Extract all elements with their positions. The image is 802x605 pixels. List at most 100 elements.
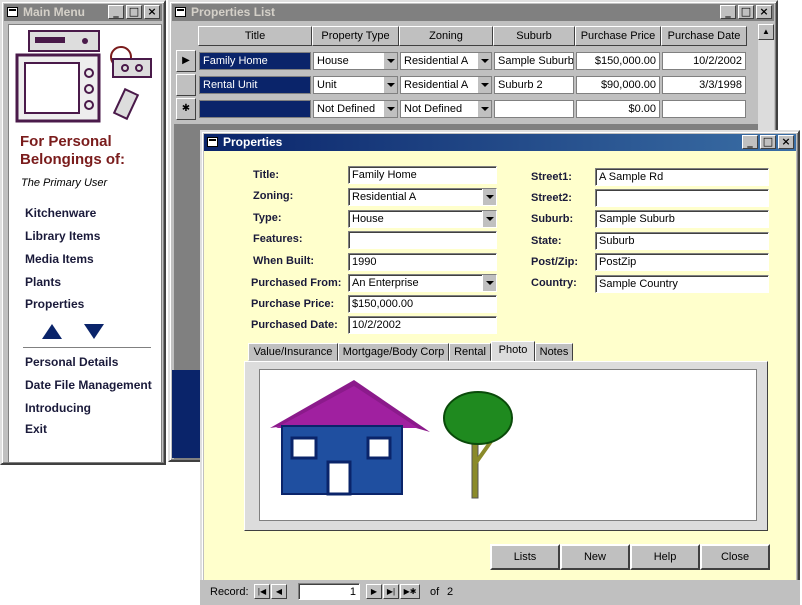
menu-item-plants[interactable]: Plants [25,275,61,289]
dropdown-arrow-icon[interactable] [477,77,491,93]
new-button[interactable]: New [560,544,630,570]
table-cell-suburb[interactable] [494,100,574,118]
table-cell-purchase-price[interactable]: $90,000.00 [576,76,660,94]
last-record-icon[interactable]: ▶| [383,584,399,599]
tab-value-insurance[interactable]: Value/Insurance [248,343,338,361]
dropdown-arrow-icon[interactable] [482,275,496,291]
scroll-up-arrow-icon[interactable] [42,324,62,339]
column-header-suburb[interactable]: Suburb [493,26,575,46]
country-field[interactable]: Sample Country [595,275,769,293]
tab-photo[interactable]: Photo [491,341,535,362]
maximize-button[interactable]: □ [760,135,776,149]
menu-item-kitchenware[interactable]: Kitchenware [25,206,96,220]
dropdown-arrow-icon[interactable] [482,211,496,227]
table-cell-title[interactable]: Family Home [199,52,311,70]
post-zip-field[interactable]: PostZip [595,253,769,271]
combo-value: Residential A [352,191,417,203]
zoning-combo[interactable]: Residential A [348,188,497,206]
tab-notes[interactable]: Notes [535,343,573,361]
table-cell-title[interactable]: Rental Unit [199,76,311,94]
column-header-purchase-date[interactable]: Purchase Date [661,26,747,46]
label-street1: Street1: [531,171,572,183]
properties-list-titlebar[interactable]: Properties List _ □ × [172,4,774,21]
street2-field[interactable] [595,189,769,207]
column-header-purchase-price[interactable]: Purchase Price [575,26,661,46]
dropdown-arrow-icon[interactable] [477,53,491,69]
first-record-icon[interactable]: |◀ [254,584,270,599]
new-record-row-selector[interactable]: ✱ [176,98,196,120]
when-built-field[interactable]: 1990 [348,253,497,271]
table-cell-zoning[interactable]: Not Defined [400,100,492,118]
table-cell-property-type[interactable]: House [313,52,398,70]
combo-value: Unit [317,79,337,91]
table-cell-suburb[interactable]: Suburb 2 [494,76,574,94]
dropdown-arrow-icon[interactable] [477,101,491,117]
combo-value: Not Defined [404,103,463,115]
tab-mortgage-body-corp[interactable]: Mortgage/Body Corp [338,343,449,361]
table-cell-zoning[interactable]: Residential A [400,76,492,94]
current-row-selector[interactable]: ▶ [176,50,196,72]
table-cell-purchase-date[interactable]: 3/3/1998 [662,76,746,94]
maximize-button[interactable]: □ [126,5,142,19]
properties-list-title: Properties List [191,5,276,19]
electronics-logo-icon [15,30,152,123]
help-button[interactable]: Help [630,544,700,570]
purchased-date-field[interactable]: 10/2/2002 [348,316,497,334]
street1-field[interactable]: A Sample Rd [595,168,769,186]
next-record-icon[interactable]: ▶ [366,584,382,599]
close-button[interactable]: × [756,5,772,19]
purchase-price-field[interactable]: $150,000.00 [348,295,497,313]
dropdown-arrow-icon[interactable] [482,189,496,205]
suburb-field[interactable]: Sample Suburb [595,210,769,228]
dropdown-arrow-icon[interactable] [383,77,397,93]
column-header-property-type[interactable]: Property Type [312,26,399,46]
menu-item-properties[interactable]: Properties [25,297,84,311]
table-cell-zoning[interactable]: Residential A [400,52,492,70]
menu-item-personal-details[interactable]: Personal Details [25,355,118,369]
house-photo-icon [270,380,430,496]
table-cell-purchase-date[interactable]: 10/2/2002 [662,52,746,70]
main-menu-titlebar[interactable]: Main Menu _ □ × [4,4,162,21]
close-button[interactable]: × [778,135,794,149]
minimize-button[interactable]: _ [742,135,758,149]
dropdown-arrow-icon[interactable] [383,101,397,117]
minimize-button[interactable]: _ [108,5,124,19]
minimize-button[interactable]: _ [720,5,736,19]
properties-form-titlebar[interactable]: Properties _ □ × [204,134,796,151]
scroll-up-icon[interactable]: ▲ [758,24,774,40]
close-form-button[interactable]: Close [700,544,770,570]
menu-item-library-items[interactable]: Library Items [25,229,100,243]
lists-button[interactable]: Lists [490,544,560,570]
tree-photo-icon [443,391,513,499]
type-combo[interactable]: House [348,210,497,228]
maximize-button[interactable]: □ [738,5,754,19]
table-cell-purchase-price[interactable]: $150,000.00 [576,52,660,70]
menu-item-date-file-management[interactable]: Date File Management [25,378,152,392]
menu-item-introducing[interactable]: Introducing [25,401,91,415]
tab-rental[interactable]: Rental [449,343,491,361]
table-cell-suburb[interactable]: Sample Suburb [494,52,574,70]
label-purchased-from: Purchased From: [251,277,342,289]
features-field[interactable] [348,231,497,249]
purchased-from-combo[interactable]: An Enterprise [348,274,497,292]
close-button[interactable]: × [144,5,160,19]
table-cell-property-type[interactable]: Unit [313,76,398,94]
column-header-title[interactable]: Title [198,26,312,46]
column-header-zoning[interactable]: Zoning [399,26,493,46]
row-selector[interactable] [176,74,196,96]
menu-item-media-items[interactable]: Media Items [25,252,94,266]
menu-item-exit[interactable]: Exit [25,422,47,436]
title-field[interactable]: Family Home [348,166,497,184]
table-cell-purchase-price[interactable]: $0.00 [576,100,660,118]
combo-value: Residential A [404,55,469,67]
previous-record-icon[interactable]: ◀ [271,584,287,599]
table-cell-property-type[interactable]: Not Defined [313,100,398,118]
table-cell-title[interactable] [199,100,311,118]
table-cell-purchase-date[interactable] [662,100,746,118]
properties-form-title: Properties [223,135,283,149]
scroll-down-arrow-icon[interactable] [84,324,104,339]
state-field[interactable]: Suburb [595,232,769,250]
record-number-field[interactable]: 1 [298,583,360,600]
dropdown-arrow-icon[interactable] [383,53,397,69]
new-record-icon[interactable]: ▶✱ [400,584,420,599]
